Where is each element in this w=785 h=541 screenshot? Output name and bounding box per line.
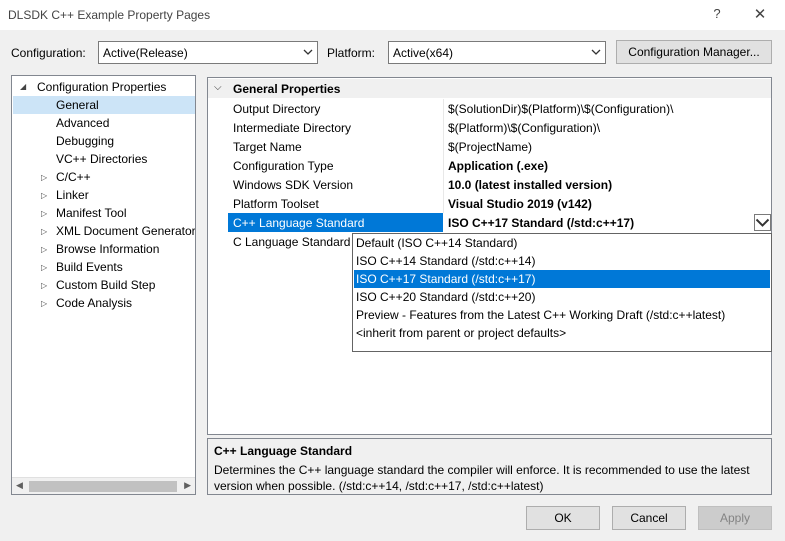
language-standard-dropdown-list[interactable]: Default (ISO C++14 Standard) ISO C++14 S…: [352, 233, 772, 352]
option-cpp-latest[interactable]: Preview - Features from the Latest C++ W…: [354, 306, 770, 324]
property-name: Configuration Type: [233, 159, 334, 173]
tree-item-browse-information[interactable]: Browse Information: [56, 240, 159, 258]
property-row-target-name[interactable]: Target Name $(ProjectName): [208, 137, 771, 156]
property-tree: ◢ Configuration Properties General Advan…: [11, 75, 196, 495]
collapsed-triangle-icon[interactable]: ▷: [41, 281, 47, 290]
tree-horizontal-scrollbar[interactable]: ◀ ▶: [12, 477, 195, 494]
platform-value: Active(x64): [393, 46, 454, 60]
option-cpp20[interactable]: ISO C++20 Standard (/std:c++20): [354, 288, 770, 306]
property-name: C++ Language Standard: [233, 216, 365, 230]
property-name: Windows SDK Version: [233, 178, 354, 192]
collapsed-triangle-icon[interactable]: ▷: [41, 173, 47, 182]
property-value[interactable]: ISO C++17 Standard (/std:c++17): [448, 216, 634, 230]
tree-item-manifest-tool[interactable]: Manifest Tool: [56, 204, 126, 222]
property-row-windows-sdk-version[interactable]: Windows SDK Version 10.0 (latest install…: [208, 175, 771, 194]
help-icon[interactable]: ?: [711, 6, 723, 21]
property-value[interactable]: $(SolutionDir)$(Platform)\$(Configuratio…: [448, 102, 673, 116]
tree-root-configuration-properties[interactable]: Configuration Properties: [37, 78, 166, 96]
option-inherit[interactable]: <inherit from parent or project defaults…: [354, 324, 770, 342]
property-row-configuration-type[interactable]: Configuration Type Application (.exe): [208, 156, 771, 175]
chevron-down-icon[interactable]: ⌵: [214, 82, 222, 93]
scroll-left-icon[interactable]: ◀: [16, 480, 23, 491]
configuration-select[interactable]: Active(Release): [98, 41, 318, 64]
collapsed-triangle-icon[interactable]: ▷: [41, 209, 47, 218]
chevron-down-icon: [591, 49, 601, 55]
configuration-value: Active(Release): [103, 46, 188, 60]
tree-item-linker[interactable]: Linker: [56, 186, 89, 204]
property-row-output-directory[interactable]: Output Directory $(SolutionDir)$(Platfor…: [208, 99, 771, 118]
dropdown-toggle-button[interactable]: [754, 214, 771, 231]
configuration-manager-button[interactable]: Configuration Manager...: [616, 40, 772, 64]
property-name: Output Directory: [233, 102, 321, 116]
close-icon[interactable]: ✕: [752, 5, 768, 23]
property-row-intermediate-directory[interactable]: Intermediate Directory $(Platform)\$(Con…: [208, 118, 771, 137]
description-text: Determines the C++ language standard the…: [214, 463, 750, 493]
property-row-platform-toolset[interactable]: Platform Toolset Visual Studio 2019 (v14…: [208, 194, 771, 213]
option-cpp17[interactable]: ISO C++17 Standard (/std:c++17): [354, 270, 770, 288]
scrollbar-thumb[interactable]: [29, 481, 177, 492]
collapsed-triangle-icon[interactable]: ▷: [41, 299, 47, 308]
property-value[interactable]: Application (.exe): [448, 159, 548, 173]
configuration-label: Configuration:: [11, 46, 86, 60]
window-title: DLSDK C++ Example Property Pages: [8, 8, 211, 22]
category-title: General Properties: [233, 82, 341, 96]
ok-button[interactable]: OK: [526, 506, 600, 530]
property-value[interactable]: $(Platform)\$(Configuration)\: [448, 121, 600, 135]
property-name: Target Name: [233, 140, 302, 154]
expanded-triangle-icon[interactable]: ◢: [20, 82, 26, 91]
option-cpp14[interactable]: ISO C++14 Standard (/std:c++14): [354, 252, 770, 270]
configuration-toolbar: Configuration: Active(Release) Platform:…: [0, 30, 785, 74]
tree-item-vc-directories[interactable]: VC++ Directories: [56, 150, 147, 168]
property-value[interactable]: Visual Studio 2019 (v142): [448, 197, 592, 211]
property-row-cpp-language-standard[interactable]: C++ Language Standard ISO C++17 Standard…: [208, 213, 771, 232]
title-bar: DLSDK C++ Example Property Pages ? ✕: [0, 0, 785, 30]
platform-select[interactable]: Active(x64): [388, 41, 606, 64]
tree-item-advanced[interactable]: Advanced: [56, 114, 109, 132]
tree-item-c-cpp[interactable]: C/C++: [56, 168, 91, 186]
description-title: C++ Language Standard: [214, 444, 353, 458]
property-value[interactable]: $(ProjectName): [448, 140, 532, 154]
option-default-cpp14[interactable]: Default (ISO C++14 Standard): [354, 234, 770, 252]
chevron-down-icon: [755, 218, 770, 227]
tree-item-debugging[interactable]: Debugging: [56, 132, 114, 150]
tree-item-custom-build-step[interactable]: Custom Build Step: [56, 276, 155, 294]
tree-item-xml-document-generator[interactable]: XML Document Generator: [56, 222, 195, 240]
chevron-down-icon: [303, 49, 313, 55]
collapsed-triangle-icon[interactable]: ▷: [41, 245, 47, 254]
property-name: Platform Toolset: [233, 197, 319, 211]
cancel-button[interactable]: Cancel: [612, 506, 686, 530]
tree-item-code-analysis[interactable]: Code Analysis: [56, 294, 132, 312]
property-value[interactable]: 10.0 (latest installed version): [448, 178, 612, 192]
platform-label: Platform:: [327, 46, 376, 60]
tree-item-build-events[interactable]: Build Events: [56, 258, 123, 276]
scroll-right-icon[interactable]: ▶: [184, 480, 191, 491]
collapsed-triangle-icon[interactable]: ▷: [41, 263, 47, 272]
property-name: Intermediate Directory: [233, 121, 352, 135]
description-panel: C++ Language Standard Determines the C++…: [207, 438, 772, 495]
tree-item-general[interactable]: General: [13, 96, 195, 114]
collapsed-triangle-icon[interactable]: ▷: [41, 191, 47, 200]
collapsed-triangle-icon[interactable]: ▷: [41, 227, 47, 236]
property-name: C Language Standard: [233, 235, 351, 249]
category-header[interactable]: ⌵ General Properties: [208, 79, 771, 98]
apply-button[interactable]: Apply: [698, 506, 772, 530]
